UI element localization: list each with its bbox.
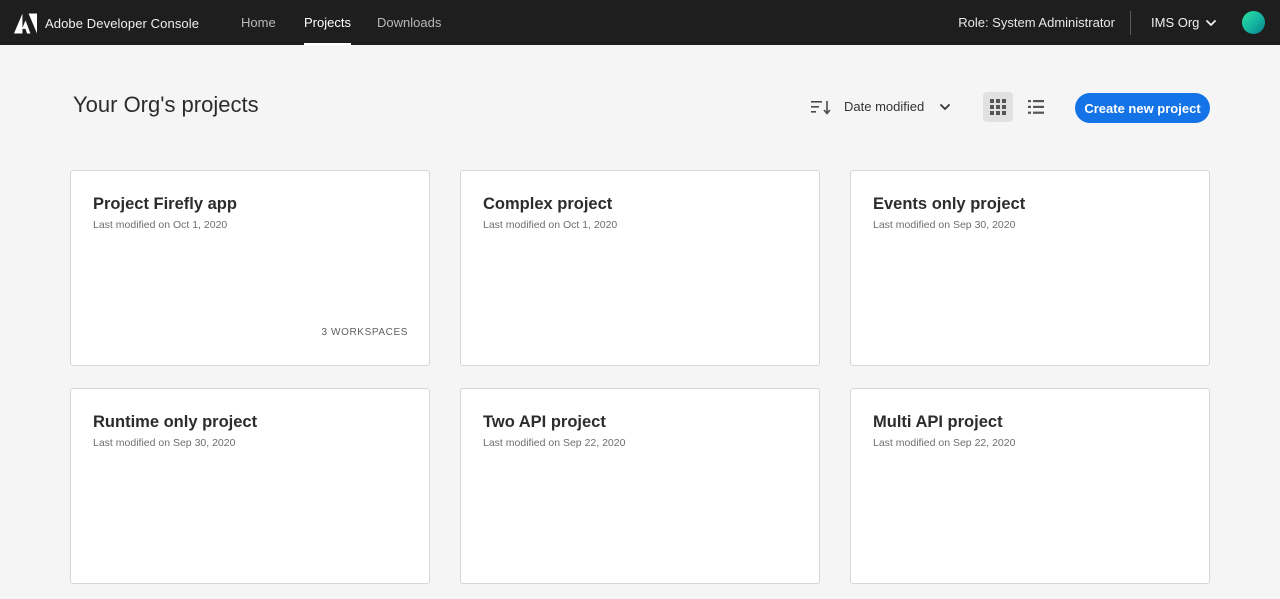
brand-name: Adobe Developer Console <box>45 15 200 31</box>
create-new-project-button[interactable]: Create new project <box>1075 93 1210 123</box>
user-role-label: Role: System Administrator <box>958 15 1115 30</box>
project-title: Events only project <box>873 195 1026 213</box>
project-title: Project Firefly app <box>93 195 237 213</box>
nav-home[interactable]: Home <box>241 0 276 45</box>
project-title: Runtime only project <box>93 413 258 431</box>
project-card[interactable]: Multi API project Last modified on Sep 2… <box>850 388 1210 584</box>
brand[interactable]: Adobe Developer Console <box>14 12 199 34</box>
project-card[interactable]: Two API project Last modified on Sep 22,… <box>460 388 820 584</box>
project-modified-date: Last modified on Sep 22, 2020 <box>873 437 1016 449</box>
project-modified-date: Last modified on Sep 30, 2020 <box>873 219 1016 231</box>
org-name: IMS Org <box>1151 15 1200 30</box>
header-divider <box>1130 11 1131 35</box>
list-view-button[interactable] <box>1021 92 1051 122</box>
top-nav-bar: Adobe Developer Console Home Projects Do… <box>0 0 1280 45</box>
nav-projects[interactable]: Projects <box>304 0 351 45</box>
user-avatar[interactable] <box>1242 11 1265 34</box>
page-title: Your Org's projects <box>73 92 259 117</box>
project-title: Multi API project <box>873 413 1003 431</box>
workspace-count: 3 WORKSPACES <box>321 327 408 338</box>
project-card[interactable]: Project Firefly app Last modified on Oct… <box>70 170 430 366</box>
chevron-down-icon <box>1206 19 1217 26</box>
project-modified-date: Last modified on Oct 1, 2020 <box>483 219 618 231</box>
adobe-logo-icon <box>14 13 37 33</box>
nav-downloads[interactable]: Downloads <box>377 0 441 45</box>
project-modified-date: Last modified on Sep 22, 2020 <box>483 437 626 449</box>
project-title: Complex project <box>483 195 613 213</box>
org-switcher[interactable]: IMS Org <box>1151 0 1217 45</box>
sort-order-icon[interactable] <box>810 98 832 116</box>
project-modified-date: Last modified on Oct 1, 2020 <box>93 219 228 231</box>
list-view-icon <box>1028 100 1044 114</box>
chevron-down-icon[interactable] <box>939 101 951 113</box>
project-card[interactable]: Events only project Last modified on Sep… <box>850 170 1210 366</box>
grid-view-button[interactable] <box>983 92 1013 122</box>
sort-dropdown-label[interactable]: Date modified <box>844 99 924 114</box>
grid-view-icon <box>990 99 1006 115</box>
project-modified-date: Last modified on Sep 30, 2020 <box>93 437 236 449</box>
project-card[interactable]: Complex project Last modified on Oct 1, … <box>460 170 820 366</box>
project-card[interactable]: Runtime only project Last modified on Se… <box>70 388 430 584</box>
project-title: Two API project <box>483 413 606 431</box>
